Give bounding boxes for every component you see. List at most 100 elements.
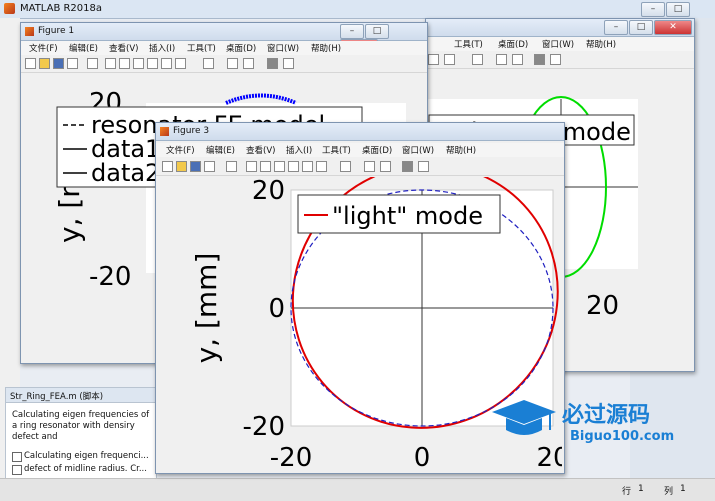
hide-plot-tools-icon[interactable] [267,58,278,69]
watermark: 必过源码 Biguo100.com [492,396,692,446]
col-label: 列 [664,487,674,497]
maximize-button[interactable]: □ [365,24,389,39]
zoom-out-icon[interactable] [260,161,271,172]
menu-tools[interactable]: 工具(T) [322,144,351,156]
link-icon[interactable] [203,58,214,69]
legend-entry: "light" mode [332,202,483,230]
rotate-icon[interactable] [147,58,158,69]
hide-plot-tools-icon[interactable] [402,161,413,172]
close-button[interactable]: ✕ [654,20,692,35]
graduation-cap-icon [492,400,556,435]
script-panel-title: Str_Ring_FEA.m (脚本) [10,392,104,402]
figure-1-title-bar[interactable]: Figure 1 –□✕ [21,23,427,54]
save-icon[interactable] [53,58,64,69]
pan-icon[interactable] [133,58,144,69]
data-cursor-icon[interactable] [161,58,172,69]
y-tick-label: -20 [243,412,285,442]
figure-3-menu: 文件(F) 编辑(E) 查看(V) 插入(I) 工具(T) 桌面(D) 窗口(W… [156,143,564,157]
legend-icon[interactable] [380,161,391,172]
figure-2-title-bar[interactable]: – □ ✕ [426,19,694,37]
menu-tools[interactable]: 工具(T) [187,42,216,54]
print-icon[interactable] [204,161,215,172]
watermark-en: Biguo100.com [570,429,674,444]
show-plot-tools-icon[interactable] [418,161,429,172]
zoom-out-icon[interactable] [119,58,130,69]
menu-help[interactable]: 帮助(H) [586,38,616,50]
pan-icon[interactable] [274,161,285,172]
script-description-line: Calculating eigen frequencies of [12,410,150,420]
menu-tools[interactable]: 工具(T) [454,38,483,50]
menu-view[interactable]: 查看(V) [109,42,138,54]
zoom-in-icon[interactable] [105,58,116,69]
zoom-in-icon[interactable] [246,161,257,172]
minimize-button[interactable]: – [604,20,628,35]
menu-desktop[interactable]: 桌面(D) [498,38,528,50]
minimize-button[interactable]: – [641,2,665,17]
show-plot-tools-icon[interactable] [283,58,294,69]
y-axis-label: y, [mm] [190,253,223,364]
menu-edit[interactable]: 编辑(E) [69,42,98,54]
x-tick-label: -20 [270,443,312,471]
colorbar-icon[interactable] [496,54,507,65]
menu-insert[interactable]: 插入(I) [286,144,312,156]
matlab-logo-icon [160,127,169,136]
rotate-icon[interactable] [288,161,299,172]
link-icon[interactable] [472,54,483,65]
pointer-icon[interactable] [87,58,98,69]
figure-1-toolbar [21,56,427,73]
pointer-icon[interactable] [226,161,237,172]
menu-window[interactable]: 窗口(W) [402,144,434,156]
window-controls: – □ [640,2,690,17]
hide-plot-tools-icon[interactable] [534,54,545,65]
menu-desktop[interactable]: 桌面(D) [362,144,392,156]
brush-icon[interactable] [444,54,455,65]
figure-2-menu: 工具(T) 桌面(D) 窗口(W) 帮助(H) [426,37,694,51]
figure-3-title-bar[interactable]: Figure 3 [156,123,564,141]
show-plot-tools-icon[interactable] [550,54,561,65]
y-tick-label: 20 [252,177,285,206]
line-value: 1 [638,484,644,494]
col-value: 1 [680,484,686,494]
menu-edit[interactable]: 编辑(E) [206,144,235,156]
legend-icon[interactable] [512,54,523,65]
open-file-icon[interactable] [39,58,50,69]
figure-3-toolbar [156,159,564,176]
y-tick-label: -20 [89,262,131,292]
script-panel-header: Str_Ring_FEA.m (脚本) [6,388,156,403]
brush-icon[interactable] [316,161,327,172]
data-cursor-icon[interactable] [428,54,439,65]
menu-window[interactable]: 窗口(W) [267,42,299,54]
print-icon[interactable] [67,58,78,69]
figure-3-title: Figure 3 [173,126,210,136]
save-icon[interactable] [190,161,201,172]
matlab-title-bar: MATLAB R2018a – □ [0,0,715,19]
data-cursor-icon[interactable] [302,161,313,172]
new-figure-icon[interactable] [25,58,36,69]
open-file-icon[interactable] [176,161,187,172]
list-item[interactable]: defect of midline radius. Cr... [24,464,154,475]
maximize-button[interactable]: □ [666,2,690,17]
minimize-button[interactable]: – [340,24,364,39]
list-item[interactable]: Calculating eigen frequenci... [24,451,154,462]
menu-help[interactable]: 帮助(H) [446,144,476,156]
script-description-line: a ring resonator with densiry [12,421,135,431]
colorbar-icon[interactable] [227,58,238,69]
script-details-panel: Str_Ring_FEA.m (脚本) Calculating eigen fr… [5,387,157,481]
menu-file[interactable]: 文件(F) [29,42,58,54]
menu-view[interactable]: 查看(V) [246,144,275,156]
menu-insert[interactable]: 插入(I) [149,42,175,54]
section-icon [12,465,22,475]
legend-icon[interactable] [243,58,254,69]
menu-window[interactable]: 窗口(W) [542,38,574,50]
app-title: MATLAB R2018a [20,3,103,14]
menu-desktop[interactable]: 桌面(D) [226,42,256,54]
maximize-button[interactable]: □ [629,20,653,35]
brush-icon[interactable] [175,58,186,69]
menu-help[interactable]: 帮助(H) [311,42,341,54]
legend-entry: data2 [91,159,160,187]
matlab-logo-icon [4,3,15,14]
colorbar-icon[interactable] [364,161,375,172]
menu-file[interactable]: 文件(F) [166,144,195,156]
link-icon[interactable] [340,161,351,172]
new-figure-icon[interactable] [162,161,173,172]
